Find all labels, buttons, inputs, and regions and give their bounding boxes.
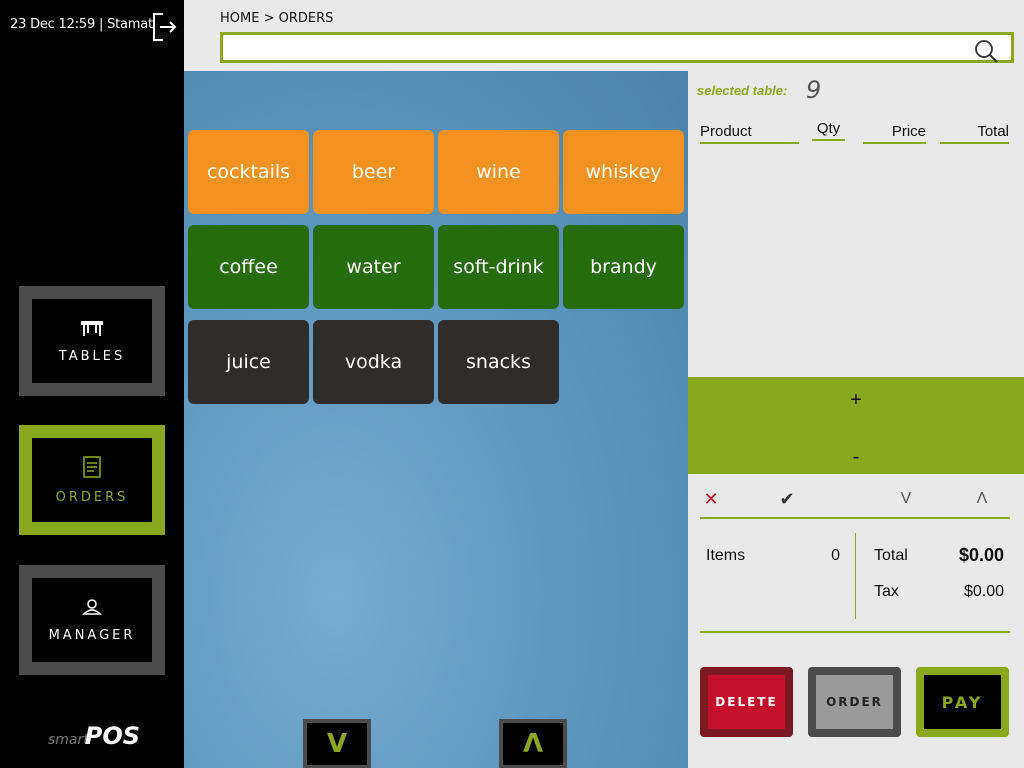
nav-manager-button[interactable]: MANAGER — [19, 565, 165, 675]
chevron-up-icon: Λ — [503, 723, 563, 765]
check-icon[interactable]: ✔ — [772, 486, 802, 512]
top-bar: HOME > ORDERS — [184, 0, 1024, 71]
table-icon — [81, 320, 103, 336]
nav-tables-label: TABLES — [58, 348, 126, 364]
user-datetime-label: 23 Dec 12:59 | Stamat — [10, 17, 153, 32]
total-value: $0.00 — [958, 545, 1004, 565]
category-juice[interactable]: juice — [188, 320, 309, 404]
category-grid: cocktails beer wine whiskey coffee water… — [184, 71, 688, 768]
category-vodka[interactable]: vodka — [313, 320, 434, 404]
selected-table-label: selected table: — [697, 83, 788, 98]
column-product: Product — [700, 123, 799, 144]
category-snacks[interactable]: snacks — [438, 320, 559, 404]
category-coffee[interactable]: coffee — [188, 225, 309, 309]
receipt-icon — [83, 455, 101, 478]
nav-orders-button[interactable]: ORDERS — [19, 425, 165, 535]
qty-plus-button[interactable]: + — [688, 380, 1024, 420]
category-water[interactable]: water — [313, 225, 434, 309]
app-logo: smartPOS — [48, 722, 140, 750]
page-down-button[interactable]: V — [303, 719, 371, 768]
selected-table-number: 9 — [806, 76, 822, 104]
category-soft-drink[interactable]: soft-drink — [438, 225, 559, 309]
pay-button[interactable]: PAY — [916, 667, 1009, 737]
nav-tables-button[interactable]: TABLES — [19, 286, 165, 396]
column-price: Price — [863, 123, 926, 144]
sidebar: 23 Dec 12:59 | Stamat TABLES ORDERS MANA… — [0, 0, 184, 768]
cancel-icon[interactable]: ✕ — [696, 486, 726, 512]
search-box — [220, 32, 1014, 63]
order-button[interactable]: ORDER — [808, 667, 901, 737]
tax-value: $0.00 — [963, 583, 1004, 600]
category-brandy[interactable]: brandy — [563, 225, 684, 309]
logo-smart-text: smart — [48, 732, 89, 748]
items-label: Items — [706, 547, 746, 564]
delete-button-label: DELETE — [708, 675, 785, 729]
order-actions-bar: ✕ ✔ V Λ — [700, 481, 1010, 519]
pay-button-label: PAY — [924, 675, 1001, 729]
column-total: Total — [940, 123, 1009, 144]
chevron-down-icon[interactable]: V — [891, 486, 921, 512]
column-qty: Qty — [812, 120, 845, 141]
breadcrumb: HOME > ORDERS — [220, 11, 334, 26]
items-value: 0 — [831, 547, 840, 564]
search-icon[interactable] — [973, 38, 999, 64]
search-input[interactable] — [223, 35, 963, 60]
chevron-down-icon: V — [307, 723, 367, 765]
logo-pos-text: POS — [84, 722, 141, 750]
person-icon — [82, 598, 102, 615]
total-label: Total — [874, 547, 908, 564]
qty-minus-button[interactable]: - — [688, 437, 1024, 477]
order-button-label: ORDER — [816, 675, 893, 729]
delete-button[interactable]: DELETE — [700, 667, 793, 737]
order-panel: selected table: 9 Product Qty Price Tota… — [688, 71, 1024, 768]
chevron-up-icon[interactable]: Λ — [967, 486, 997, 512]
category-beer[interactable]: beer — [313, 130, 434, 214]
order-summary: Items 0 Total $0.00 Tax $0.00 — [700, 533, 1010, 633]
category-cocktails[interactable]: cocktails — [188, 130, 309, 214]
logout-icon[interactable] — [152, 11, 178, 43]
page-up-button[interactable]: Λ — [499, 719, 567, 768]
category-whiskey[interactable]: whiskey — [563, 130, 684, 214]
tax-label: Tax — [874, 583, 899, 600]
nav-manager-label: MANAGER — [48, 627, 136, 643]
summary-divider — [855, 533, 856, 619]
nav-orders-label: ORDERS — [55, 489, 129, 505]
category-wine[interactable]: wine — [438, 130, 559, 214]
quantity-bar: + - — [688, 377, 1024, 474]
